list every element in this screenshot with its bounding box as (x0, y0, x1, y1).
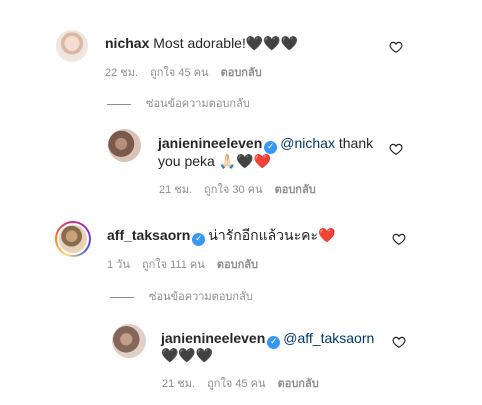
comment-2-meta: 1 วัน ถูกใจ 111 คน ตอบกลับ (107, 258, 267, 272)
comment-2-hide-replies-button[interactable]: ซ่อนข้อความตอบกลับ (110, 290, 253, 304)
comment-2-emoji: ❤️ (318, 227, 336, 243)
divider-dash (107, 103, 131, 105)
comment-2-line: aff_taksaorn ✓ น่ารักอีกแล้วนะคะ❤️ (107, 226, 335, 246)
comment-1-emoji: 🖤🖤🖤 (245, 35, 299, 51)
comment-1-meta: 22 ชม. ถูกใจ 45 คน ตอบกลับ (105, 66, 271, 80)
reply-1-emoji: 🙏🏻🖤❤️ (218, 153, 272, 169)
verified-badge-icon: ✓ (192, 233, 206, 246)
comment-2-text: น่ารักอีกแล้วนะคะ (208, 227, 319, 243)
comment-1-reply-button[interactable]: ตอบกลับ (221, 67, 262, 79)
reply-1-meta: 21 ชม. ถูกใจ 30 คน ตอบกลับ (159, 183, 325, 197)
comment-1-text: Most adorable! (153, 35, 246, 51)
divider-dash (110, 296, 134, 298)
comment-2-likes[interactable]: ถูกใจ 111 คน (142, 259, 205, 271)
avatar-janienineeleven[interactable] (108, 129, 141, 162)
heart-outline-icon[interactable] (389, 40, 403, 54)
heart-outline-icon[interactable] (392, 232, 406, 246)
reply-2-mention[interactable]: @aff_taksaorn (283, 330, 374, 346)
reply-2-username[interactable]: janienineeleven (161, 330, 265, 346)
comment-1-time[interactable]: 22 ชม. (105, 67, 138, 79)
comment-2-reply-button[interactable]: ตอบกลับ (217, 259, 258, 271)
reply-2-time[interactable]: 21 ชม. (162, 378, 195, 390)
reply-1-time[interactable]: 21 ชม. (159, 184, 192, 196)
reply-2-line-2: 🖤🖤🖤 (161, 346, 213, 364)
reply-2-reply-button[interactable]: ตอบกลับ (278, 378, 319, 390)
heart-outline-icon[interactable] (392, 335, 406, 349)
reply-1-mention[interactable]: @nichax (280, 135, 335, 151)
comment-1-hide-replies-button[interactable]: ซ่อนข้อความตอบกลับ (107, 97, 250, 111)
reply-1-line-2: you peka 🙏🏻🖤❤️ (158, 152, 271, 170)
reply-1-username[interactable]: janienineeleven (158, 135, 262, 151)
comment-1-line: nichax Most adorable!🖤🖤🖤 (105, 34, 298, 52)
comment-1-likes[interactable]: ถูกใจ 45 คน (150, 67, 208, 79)
reply-2-likes[interactable]: ถูกใจ 45 คน (207, 378, 265, 390)
avatar-janienineeleven[interactable] (112, 324, 146, 358)
reply-2-emoji: 🖤🖤🖤 (161, 347, 214, 363)
reply-1-text-line2: you peka (158, 153, 215, 169)
comment-2-time[interactable]: 1 วัน (107, 259, 130, 271)
reply-2-meta: 21 ชม. ถูกใจ 45 คน ตอบกลับ (162, 377, 328, 391)
verified-badge-icon: ✓ (267, 336, 281, 349)
reply-1-line-1: janienineeleven ✓ @nichax thank (158, 134, 373, 154)
reply-1-text-line1: thank (338, 135, 374, 151)
reply-1-likes[interactable]: ถูกใจ 30 คน (204, 184, 262, 196)
comment-1-username[interactable]: nichax (105, 35, 149, 51)
avatar-image (57, 223, 89, 255)
comment-2-hide-replies-label: ซ่อนข้อความตอบกลับ (149, 291, 253, 303)
avatar-aff-taksaorn[interactable] (55, 221, 91, 257)
avatar-nichax[interactable] (56, 30, 88, 62)
reply-1-reply-button[interactable]: ตอบกลับ (275, 184, 316, 196)
heart-outline-icon[interactable] (389, 142, 403, 156)
comment-2-username[interactable]: aff_taksaorn (107, 227, 190, 243)
comment-1-hide-replies-label: ซ่อนข้อความตอบกลับ (146, 98, 250, 110)
